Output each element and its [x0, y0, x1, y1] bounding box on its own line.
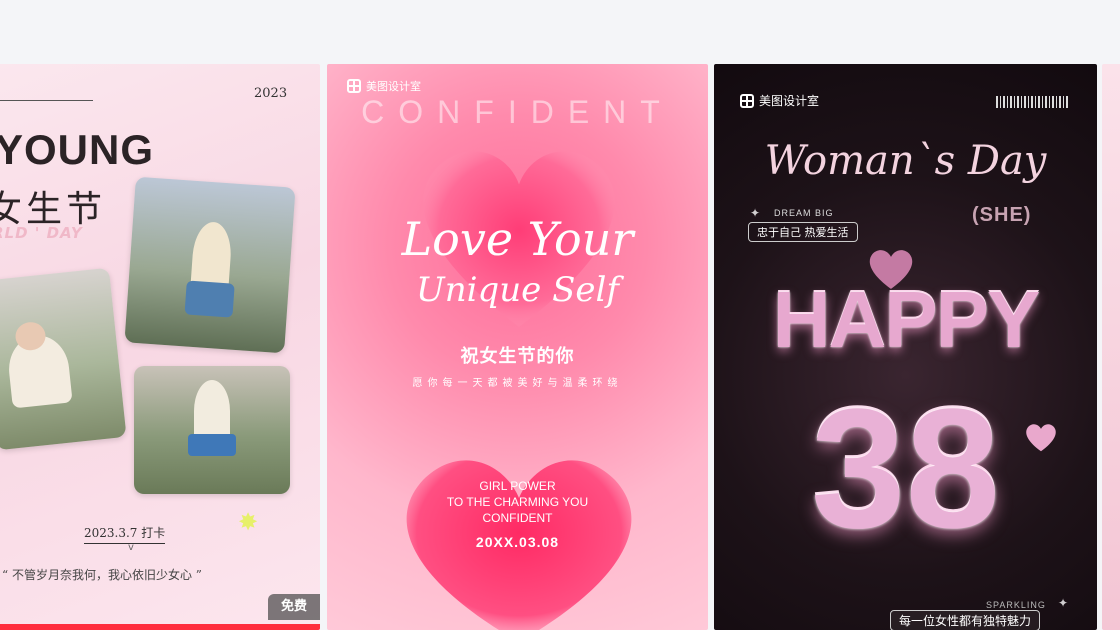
slogan-tag: 忠于自己 热爱生活 — [748, 222, 858, 242]
photo-skirt — [188, 434, 236, 456]
template-strip: 2023 ‹YOUNG 女生节 RLD ' DAY ✸ 2023.3.7 打卡 … — [0, 64, 1120, 630]
power-line: CONFIDENT — [482, 511, 553, 525]
number-38: 38 — [810, 374, 1001, 564]
card-english-tag: RLD ' DAY — [0, 224, 83, 242]
card-title: ‹YOUNG — [0, 126, 154, 174]
template-card-womans-day[interactable]: 美图设计室 Woman`s Day ✦ DREAM BIG 忠于自己 热爱生活 … — [714, 64, 1097, 630]
template-card-partial[interactable] — [1102, 64, 1120, 630]
card-date: 2023.3.7 打卡 — [84, 524, 166, 544]
power-text: GIRL POWER TO THE CHARMING YOU CONFIDENT — [327, 478, 708, 526]
photo-girl-standing — [124, 176, 296, 354]
cn-title: 祝女生节的你 — [460, 346, 575, 367]
sparkling-text: SPARKLING — [986, 600, 1046, 610]
she-text: (SHE) — [972, 204, 1032, 226]
power-line: TO THE CHARMING YOU — [446, 495, 589, 509]
template-card-young[interactable]: 2023 ‹YOUNG 女生节 RLD ' DAY ✸ 2023.3.7 打卡 … — [0, 64, 320, 630]
power-line: GIRL POWER — [479, 479, 556, 493]
chevron-down-icon: v — [128, 542, 134, 553]
sparkle-icon: ✦ — [750, 206, 761, 220]
card-bottom-bar — [0, 624, 320, 630]
title-text: YOUNG — [0, 126, 155, 173]
footer-tag: 每一位女性都有独特魅力 — [890, 610, 1041, 630]
photo-skirt — [184, 280, 235, 318]
template-card-love-yourself[interactable]: 美图设计室 CONFIDENT Love Your Unique Self 祝女… — [327, 64, 708, 630]
headline-line-1: Love Your — [401, 212, 634, 266]
star-burst-icon: ✸ — [238, 508, 259, 536]
cn-subtitle: 愿你每一天都被美好与温柔环绕 — [412, 378, 623, 389]
divider-line — [0, 100, 93, 101]
card-date: 20XX.03.08 — [475, 534, 560, 550]
brand-name: 美图设计室 — [366, 80, 421, 93]
card-quote: “ 不管岁月奈我何，我心依旧少女心 ” — [2, 568, 202, 582]
heart-icon — [406, 460, 632, 630]
card-title: Woman`s Day — [764, 138, 1047, 184]
happy-text: HAPPY — [772, 275, 1041, 364]
brand-logo: 美图设计室 — [740, 92, 819, 109]
photo-figure — [194, 380, 230, 442]
headline-line-2: Unique Self — [416, 270, 619, 310]
photo-girl-sitting — [0, 267, 127, 451]
photo-girl-walking — [134, 366, 290, 494]
card-year: 2023 — [254, 86, 288, 101]
brand-logo: 美图设计室 — [347, 78, 421, 94]
dream-text: DREAM BIG — [774, 208, 834, 218]
brand-name: 美图设计室 — [759, 94, 820, 108]
brand-grid-icon — [740, 93, 754, 108]
sparkle-icon: ✦ — [1058, 596, 1069, 610]
barcode-graphic — [996, 96, 1070, 108]
brand-grid-icon — [347, 79, 361, 93]
free-badge: 免费 — [268, 594, 320, 620]
